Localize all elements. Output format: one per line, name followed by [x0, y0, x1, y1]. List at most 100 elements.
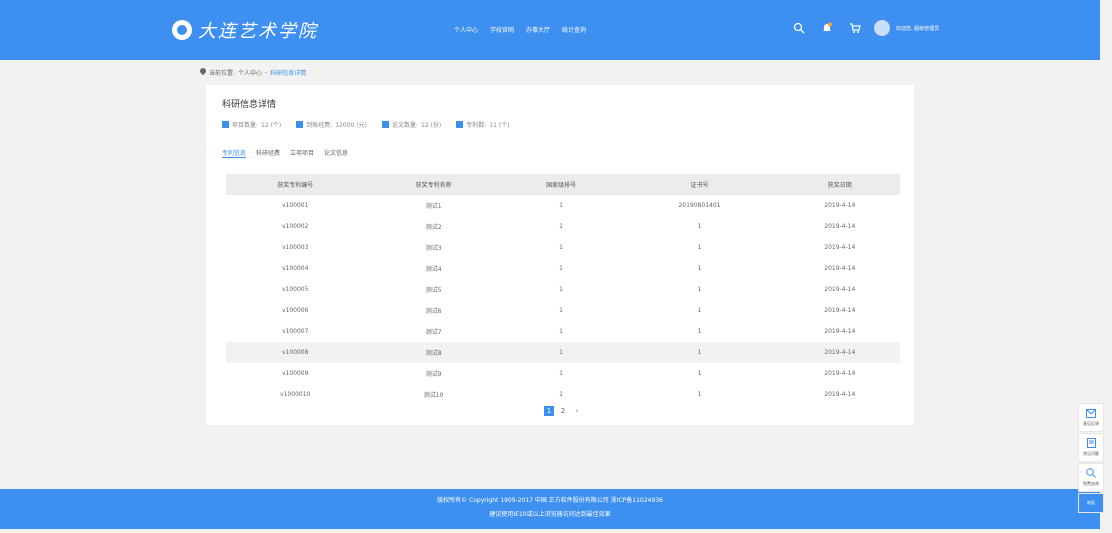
- table-cell: v100004: [281, 265, 309, 272]
- column-header: 证书号: [619, 174, 780, 195]
- collapse-button[interactable]: 收起: [1078, 493, 1104, 513]
- detail-tabs: 专利信息 科研经费 立项项目 论文信息: [222, 148, 348, 158]
- table-cell: v100006: [281, 307, 309, 314]
- faq-label: 常见问题: [1083, 451, 1099, 456]
- table-cell: 1: [559, 244, 563, 251]
- breadcrumb-separator: -: [265, 69, 268, 76]
- table-cell: 1: [697, 370, 702, 377]
- feedback-label: 意见反馈: [1083, 420, 1099, 426]
- logo-text: 大连艺术学院: [198, 21, 318, 42]
- table-cell: 2019-4-14: [824, 244, 856, 251]
- table-cell: 2019-4-14: [824, 223, 856, 230]
- stat-value: 12 (份): [421, 122, 442, 129]
- table-cell: 1: [502, 342, 620, 363]
- table-cell: 测试10: [423, 392, 444, 399]
- table-cell: v100001: [281, 202, 309, 209]
- table-cell: 测试7: [425, 329, 442, 336]
- stat-value: 12000 (元): [335, 122, 367, 129]
- stat-papers: 论文数量: 12 (份): [381, 120, 442, 129]
- table-row[interactable]: v100001 测试1 1 20190801401 2019-4-14: [226, 195, 900, 216]
- table-cell: v1000010: [280, 391, 311, 398]
- logo[interactable]: 大连艺术学院: [172, 18, 318, 42]
- breadcrumb-prefix: 当前位置:: [209, 70, 236, 77]
- mail-icon: [1086, 408, 1096, 419]
- tab-patents[interactable]: 专利信息: [222, 148, 247, 158]
- table-row[interactable]: v100002 测试2 1 1 2019-4-14: [226, 216, 900, 237]
- table-cell: 1: [559, 391, 563, 398]
- table-cell: 2019-4-14: [779, 342, 900, 363]
- table-row[interactable]: v100003 测试3 1 1 2019-4-14: [226, 237, 900, 258]
- patent-table: 获奖专利编号 获奖专利名称 国家级排号 证书号 获奖日期 v100001 测试1 1…: [226, 174, 900, 405]
- consult-label: 免费咨询: [1083, 481, 1099, 486]
- table-cell: 1: [697, 391, 702, 398]
- tab-funding[interactable]: 科研经费: [256, 148, 280, 158]
- table-row[interactable]: v100005 测试5 1 1 2019-4-14: [226, 279, 900, 300]
- stat-projects: 项目数量: 12 (个): [222, 120, 281, 129]
- table-cell: 测试4: [425, 266, 442, 273]
- table-cell: 1: [619, 342, 780, 363]
- table-row[interactable]: v100009 测试9 1 1 2019-4-14: [226, 363, 900, 384]
- page-2-button[interactable]: 2: [558, 406, 568, 416]
- pagination: 1 2 ›: [544, 406, 582, 416]
- cart-icon[interactable]: [846, 19, 864, 37]
- research-detail-card: 科研信息详情 项目数量: 12 (个) 到账经费: 12000 (元) 论文数量…: [206, 85, 914, 425]
- next-page-icon[interactable]: ›: [572, 406, 582, 416]
- table-cell: 1: [559, 328, 563, 335]
- page-title: 科研信息详情: [222, 100, 277, 110]
- table-cell: 1: [697, 307, 702, 314]
- table-cell: 1: [697, 244, 702, 251]
- nav-item-service-hall[interactable]: 办事大厅: [526, 25, 550, 34]
- table-cell: v100007: [281, 328, 309, 335]
- document-icon: [1086, 438, 1096, 449]
- notification-bell-icon[interactable]: [818, 19, 836, 37]
- breadcrumb-home[interactable]: 个人中心: [238, 68, 262, 77]
- column-header: 国家级排号: [502, 174, 620, 195]
- table-cell: 20190801401: [678, 202, 721, 209]
- user-greeting[interactable]: 欢迎您, 超级管理员: [896, 25, 939, 32]
- nav-item-statistics[interactable]: 统计查询: [562, 25, 586, 34]
- stat-label: 项目数量:: [232, 122, 259, 129]
- tab-projects[interactable]: 立项项目: [290, 148, 314, 158]
- top-header: 大连艺术学院 个人中心 学校官网 办事大厅 统计查询 欢迎您, 超级管理员: [0, 0, 1100, 60]
- table-cell: 1: [559, 202, 563, 209]
- table-cell: v100009: [281, 370, 309, 377]
- table-cell: 2019-4-14: [824, 391, 856, 398]
- breadcrumb: 当前位置: 个人中心 - 科研信息详情: [200, 68, 306, 77]
- table-row[interactable]: v100006 测试6 1 1 2019-4-14: [226, 300, 900, 321]
- consult-button[interactable]: 免费咨询: [1078, 463, 1104, 492]
- table-cell: 测试5: [425, 287, 442, 294]
- stat-value: 11 (个): [489, 122, 510, 129]
- table-cell: 测试1: [425, 203, 442, 210]
- nav-item-personal-center[interactable]: 个人中心: [454, 25, 478, 34]
- table-cell: 测试2: [425, 224, 442, 231]
- column-header: 获奖日期: [779, 174, 900, 195]
- stats-bar: 项目数量: 12 (个) 到账经费: 12000 (元) 论文数量: 12 (份…: [222, 120, 510, 129]
- table-cell: 2019-4-14: [824, 202, 856, 209]
- patent-icon: [456, 121, 464, 128]
- yuan-icon: [296, 121, 304, 128]
- table-cell: 测试8: [364, 342, 503, 363]
- page-1-button[interactable]: 1: [544, 406, 554, 416]
- table-row[interactable]: v100007 测试7 1 1 2019-4-14: [226, 321, 900, 342]
- browser-hint: 建议使用IE10或以上浏览器访问达到最佳效果: [489, 511, 611, 518]
- search-icon[interactable]: [790, 19, 808, 37]
- avatar[interactable]: [874, 20, 890, 36]
- table-cell: 2019-4-14: [824, 370, 856, 377]
- column-header: 获奖专利编号: [226, 174, 365, 195]
- stat-label: 论文数量:: [391, 122, 419, 129]
- nav-item-school-site[interactable]: 学校官网: [490, 25, 514, 34]
- feedback-button[interactable]: 意见反馈: [1078, 403, 1104, 432]
- stat-patents: 专利数: 11 (个): [456, 120, 510, 129]
- table-row[interactable]: v100004 测试4 1 1 2019-4-14: [226, 258, 900, 279]
- faq-button[interactable]: 常见问题: [1078, 433, 1104, 462]
- stat-label: 到账经费:: [306, 122, 333, 129]
- paper-icon: [381, 121, 389, 128]
- table-row[interactable]: v1000010 测试10 1 1 2019-4-14: [226, 384, 900, 405]
- copyright-text: 版权所有© Copyright 1909-2017 中国 正方软件股份有限公司 …: [437, 497, 663, 504]
- stat-funding: 到账经费: 12000 (元): [296, 120, 367, 129]
- tab-papers[interactable]: 论文信息: [324, 148, 348, 158]
- table-cell: 2019-4-14: [824, 307, 856, 314]
- table-row[interactable]: v100008 测试8 1 1 2019-4-14: [226, 342, 900, 363]
- stat-label: 专利数:: [466, 122, 487, 129]
- table-cell: v100008: [226, 342, 365, 363]
